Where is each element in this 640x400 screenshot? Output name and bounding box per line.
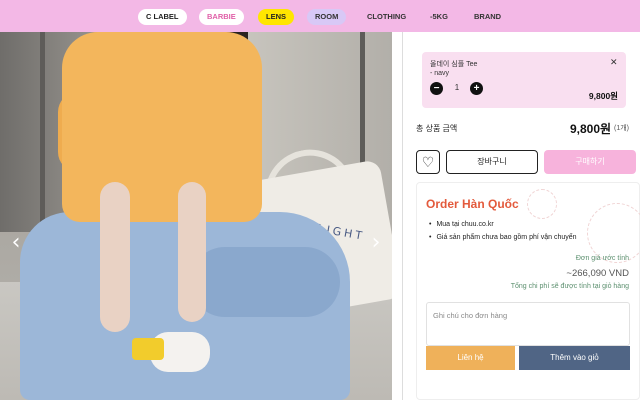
order-panel-title: Order Hàn Quốc <box>426 197 519 211</box>
list-item: Mua tại chuu.co.kr <box>429 221 577 228</box>
photo-arm-right <box>178 182 206 322</box>
photo-window-frame <box>40 32 45 232</box>
photo-jeans-knee <box>190 247 340 317</box>
nav-item-lens[interactable]: LENS <box>258 9 295 25</box>
order-info-list: Mua tại chuu.co.kr Giá sản phẩm chưa bao… <box>429 221 577 247</box>
wishlist-heart-icon[interactable]: ♡ <box>416 150 440 174</box>
nav-item-c-label[interactable]: C LABEL <box>138 9 187 25</box>
nav-item-room[interactable]: ROOM <box>307 9 347 25</box>
total-unit: (1개) <box>614 125 629 132</box>
decorative-flower-icon <box>527 189 557 219</box>
estimate-value: ~266,090 VND <box>566 268 629 279</box>
photo-phone <box>132 338 164 360</box>
top-nav: C LABEL BARBIE LENS ROOM CLOTHING -5KG B… <box>0 0 640 32</box>
photo-tshirt <box>62 32 262 222</box>
add-to-cart-button[interactable]: 장바구니 <box>446 150 538 174</box>
cart-item-price: 9,800원 <box>588 91 618 101</box>
nav-item-brand[interactable]: BRAND <box>474 9 501 25</box>
nav-item-clothing[interactable]: CLOTHING <box>367 9 406 25</box>
add-to-cart-vn-button[interactable]: Thêm vào giỏ <box>519 346 630 370</box>
contact-button[interactable]: Liên hệ <box>426 346 515 370</box>
order-korea-panel: Order Hàn Quốc Mua tại chuu.co.kr Giá sả… <box>416 182 640 400</box>
selected-option-card: 올데이 심플 Tee - navy ✕ − 1 + 9,800원 <box>422 52 626 108</box>
quantity-minus-button[interactable]: − <box>430 82 443 95</box>
list-item: Giá sản phẩm chưa bao gồm phí vận chuyển <box>429 234 576 241</box>
quantity-value: 1 <box>454 83 460 92</box>
estimate-label: Đơn giá ước tính <box>575 255 629 262</box>
column-divider <box>402 32 403 400</box>
decorative-flower-icon <box>587 203 640 263</box>
nav-item-barbie[interactable]: BARBIE <box>199 9 244 25</box>
nav-item-5kg[interactable]: -5KG <box>430 9 448 25</box>
total-value: 9,800원 <box>570 122 612 136</box>
photo-arm-left <box>100 182 130 332</box>
carousel-next-icon[interactable]: › <box>368 232 384 254</box>
buy-now-button[interactable]: 구매하기 <box>544 150 636 174</box>
quantity-plus-button[interactable]: + <box>470 82 483 95</box>
carousel-prev-icon[interactable]: ‹ <box>8 232 24 254</box>
order-note-input[interactable] <box>426 302 630 346</box>
close-icon[interactable]: ✕ <box>610 57 618 68</box>
product-photo: DELIGHT ‹ › <box>0 32 392 400</box>
cart-item-option: - navy <box>430 70 450 77</box>
total-label: 총 상품 금액 <box>416 124 458 133</box>
cart-item-name: 올데이 심플 Tee <box>430 61 478 68</box>
estimate-note: Tổng chi phí sẽ được tính tại giỏ hàng <box>510 283 629 290</box>
